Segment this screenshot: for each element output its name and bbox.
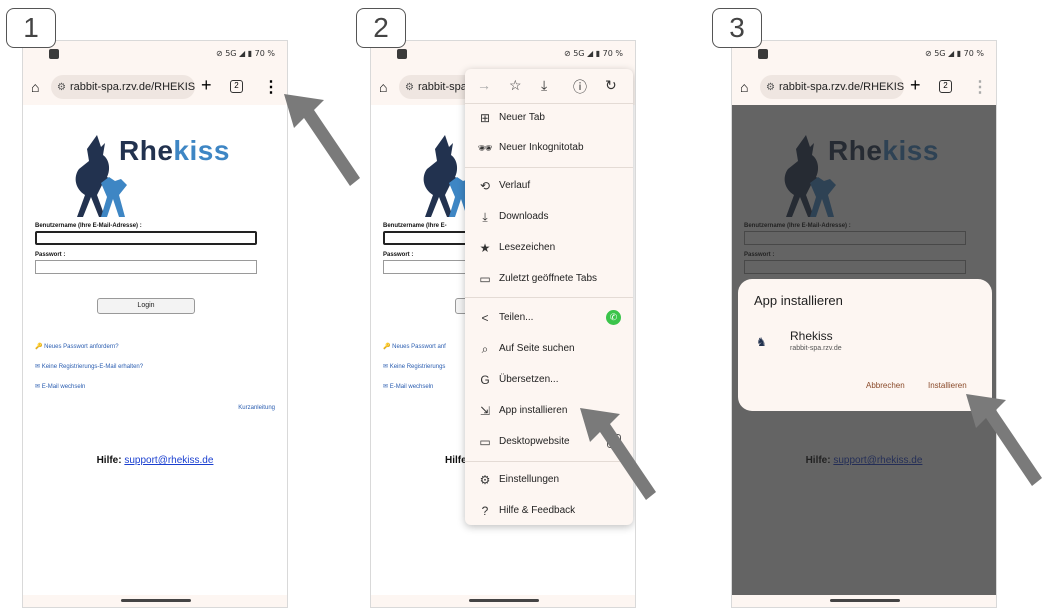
- dialog-app-name: Rhekiss: [790, 329, 833, 343]
- username-label: Benutzername (Ihre E-: [383, 223, 447, 229]
- menu-item-share[interactable]: < Teilen... ✆: [465, 303, 633, 333]
- status-indicators: ⊘ 5G ◢ ▮ 70 %: [215, 49, 275, 58]
- phone-screen-2: ⊘ 5G ◢ ▮ 70 % ⌂ ⚙ rabbit-spa Benutzername…: [370, 40, 636, 608]
- login-button[interactable]: Login: [97, 298, 195, 314]
- site-settings-icon: ⚙: [405, 82, 414, 93]
- menu-item-bookmarks[interactable]: ★ Lesezeichen: [465, 233, 633, 263]
- gesture-bar: [23, 595, 287, 607]
- url-text: rabbit-spa.rzv.de/RHEKIS: [69, 81, 195, 93]
- browser-toolbar: ⌂ ⚙ rabbit-spa.rzv.de/RHEKIS + 2 ⋮: [732, 69, 996, 105]
- home-icon[interactable]: ⌂: [31, 79, 39, 95]
- downloads-icon: ⤓: [482, 210, 488, 224]
- dialog-title: App installieren: [754, 293, 843, 308]
- link-change-email[interactable]: ✉ E-Mail wechseln: [383, 383, 433, 390]
- notification-icon: [49, 49, 59, 59]
- username-label: Benutzername (Ihre E-Mail-Adresse) :: [35, 223, 142, 229]
- status-bar: ⊘ 5G ◢ ▮ 70 %: [371, 41, 635, 69]
- key-icon: 🔑: [35, 344, 43, 350]
- menu-item-downloads[interactable]: ⤓ Downloads: [465, 202, 633, 232]
- menu-dots-icon[interactable]: ⋮: [972, 77, 988, 97]
- home-icon[interactable]: ⌂: [379, 79, 387, 95]
- link-new-password[interactable]: 🔑 Neues Passwort anfordern?: [35, 343, 119, 350]
- link-registration-mail[interactable]: ✉ Keine Registrierungs: [383, 363, 445, 370]
- install-app-icon: ⇲: [479, 404, 491, 418]
- gesture-bar: [732, 595, 996, 607]
- step-3-label: 3: [712, 8, 762, 48]
- recent-tabs-icon: ▭: [479, 272, 491, 286]
- password-label: Passwort :: [35, 252, 66, 258]
- star-icon: ★: [479, 241, 491, 255]
- status-bar: ⊘ 5G ◢ ▮ 70 %: [23, 41, 287, 69]
- app-deer-icon: ♞: [756, 335, 767, 349]
- incognito-icon: 🕶: [477, 141, 493, 155]
- pointer-arrow-icon: [284, 94, 360, 186]
- help-line: Hilfe: support@rhekiss.de: [96, 455, 214, 466]
- status-indicators: ⊘ 5G ◢ ▮ 70 %: [924, 49, 984, 58]
- bookmark-star-icon[interactable]: ☆: [509, 77, 522, 94]
- mail-icon: ✉: [35, 384, 41, 390]
- username-input[interactable]: [35, 231, 257, 245]
- menu-item-recent-tabs[interactable]: ▭ Zuletzt geöffnete Tabs: [465, 264, 633, 294]
- find-icon: ⌕: [481, 342, 489, 356]
- menu-dots-icon[interactable]: ⋮: [263, 77, 279, 97]
- cancel-button[interactable]: Abbrechen: [866, 381, 905, 390]
- link-quick-guide[interactable]: Kurzanleitung: [238, 405, 275, 411]
- new-tab-icon: ⊞: [479, 111, 491, 125]
- share-icon: <: [481, 311, 489, 325]
- password-label: Passwort :: [383, 252, 414, 258]
- download-icon[interactable]: ⤓: [541, 77, 547, 94]
- site-settings-icon[interactable]: ⚙: [57, 82, 66, 93]
- phone-screen-3: ⊘ 5G ◢ ▮ 70 % ⌂ ⚙ rabbit-spa.rzv.de/RHEKI…: [731, 40, 997, 608]
- whatsapp-icon[interactable]: ✆: [606, 310, 621, 325]
- password-input[interactable]: [35, 260, 257, 274]
- address-bar[interactable]: ⚙ rabbit-spa.rzv.de/RHEKIS: [51, 75, 195, 99]
- status-indicators: ⊘ 5G ◢ ▮ 70 %: [563, 49, 623, 58]
- translate-icon: G: [480, 373, 490, 387]
- notification-icon: [397, 49, 407, 59]
- gear-icon: ⚙: [479, 473, 491, 487]
- reload-icon[interactable]: ↻: [605, 77, 617, 94]
- tab-switcher-button[interactable]: 2: [939, 80, 952, 93]
- menu-item-find-in-page[interactable]: ⌕ Auf Seite suchen: [465, 334, 633, 364]
- menu-item-translate[interactable]: G Übersetzen...: [465, 365, 633, 395]
- logo-wordmark: Rhekiss: [119, 135, 230, 166]
- history-icon: ⟲: [479, 179, 491, 193]
- forward-icon[interactable]: →: [477, 77, 491, 93]
- phone-screen-1: ⊘ 5G ◢ ▮ 70 % ⌂ ⚙ rabbit-spa.rzv.de/RHEKI…: [22, 40, 288, 608]
- gesture-bar: [371, 595, 635, 607]
- pointer-arrow-icon: [966, 394, 1042, 486]
- menu-top-actions: → ☆ ⤓ ⓘ ↻: [465, 69, 633, 103]
- support-email-link[interactable]: support@rhekiss.de: [124, 455, 213, 466]
- link-registration-mail[interactable]: ✉ Keine Registrierungs-E-Mail erhalten?: [35, 363, 143, 370]
- address-bar[interactable]: ⚙ rabbit-spa.rzv.de/RHEKIS: [760, 75, 904, 99]
- pointer-arrow-icon: [580, 408, 656, 500]
- link-new-password[interactable]: 🔑 Neues Passwort anf: [383, 343, 446, 350]
- mail-icon: ✉: [35, 364, 41, 370]
- help-icon: ?: [481, 504, 489, 518]
- home-icon[interactable]: ⌂: [740, 79, 748, 95]
- new-tab-icon[interactable]: +: [910, 75, 921, 96]
- tab-switcher-button[interactable]: 2: [230, 80, 243, 93]
- site-settings-icon: ⚙: [766, 82, 775, 93]
- install-app-dialog: App installieren ♞ Rhekiss rabbit-spa.rz…: [738, 279, 992, 411]
- step-1-label: 1: [6, 8, 56, 48]
- desktop-icon: ▭: [479, 435, 491, 449]
- step-2-label: 2: [356, 8, 406, 48]
- notification-icon: [758, 49, 768, 59]
- link-change-email[interactable]: ✉ E-Mail wechseln: [35, 383, 85, 390]
- browser-toolbar: ⌂ ⚙ rabbit-spa.rzv.de/RHEKIS + 2 ⋮: [23, 69, 287, 105]
- menu-item-new-tab[interactable]: ⊞ Neuer Tab: [465, 103, 633, 133]
- install-button[interactable]: Installieren: [928, 381, 967, 390]
- page-info-icon[interactable]: ⓘ: [573, 77, 587, 97]
- dialog-app-url: rabbit-spa.rzv.de: [790, 345, 842, 352]
- menu-item-incognito[interactable]: 🕶 Neuer Inkognitotab: [465, 133, 633, 163]
- status-bar: ⊘ 5G ◢ ▮ 70 %: [732, 41, 996, 69]
- tutorial-stage: 1 2 3 ⊘ 5G ◢ ▮ 70 % ⌂ ⚙ rabbit-spa.rzv.de…: [0, 0, 1060, 608]
- new-tab-icon[interactable]: +: [201, 75, 212, 96]
- web-page: Rhekiss Benutzername (Ihre E-Mail-Adress…: [23, 105, 287, 595]
- menu-item-history[interactable]: ⟲ Verlauf: [465, 171, 633, 201]
